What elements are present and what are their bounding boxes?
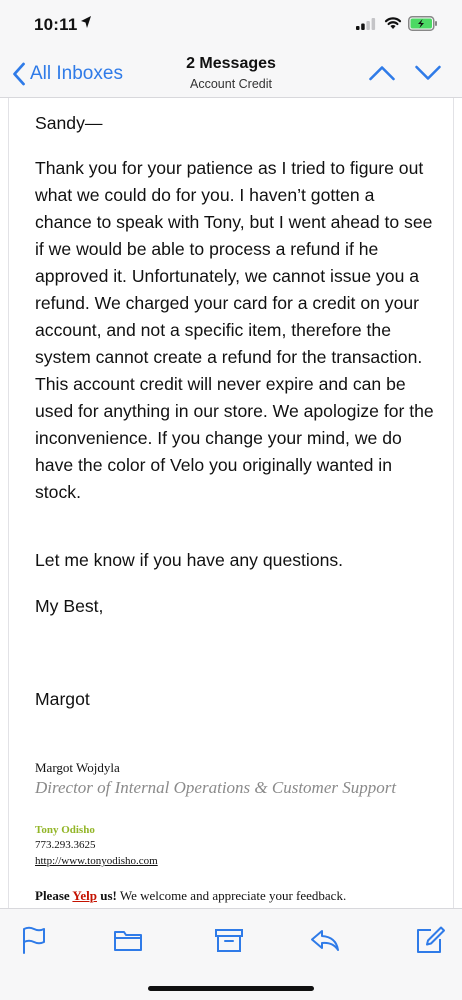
reply-icon[interactable] — [309, 925, 341, 955]
signature-company: Tony Odisho — [35, 824, 95, 836]
message-right-border — [453, 98, 454, 908]
chevron-down-icon[interactable] — [414, 64, 442, 82]
cellular-signal-icon — [356, 18, 376, 30]
email-closing: My Best, — [35, 596, 104, 616]
yelp-suffix: We welcome and appreciate your feedback. — [116, 888, 347, 903]
yelp-us: us! — [96, 888, 117, 903]
location-arrow-icon — [81, 16, 91, 28]
flag-icon[interactable] — [18, 925, 50, 955]
message-left-border — [8, 98, 9, 908]
yelp-request-line: Please Yelp us! We welcome and appreciat… — [35, 888, 346, 904]
archive-icon[interactable] — [213, 925, 245, 955]
signature-title: Director of Internal Operations & Custom… — [35, 778, 397, 797]
yelp-link[interactable]: Yelp — [72, 888, 97, 903]
signature-phone[interactable]: 773.293.3625 — [35, 839, 96, 851]
wifi-icon — [384, 17, 402, 29]
battery-charging-icon — [408, 16, 437, 31]
signature-name: Margot Wojdyla — [35, 760, 120, 775]
yelp-prefix: Please — [35, 888, 73, 903]
status-time: 10:11 — [34, 15, 78, 34]
signature-url-link[interactable]: http://www.tonyodisho.com — [35, 855, 158, 867]
home-indicator[interactable] — [148, 986, 314, 991]
folder-icon[interactable] — [112, 925, 144, 955]
bottom-toolbar — [0, 908, 462, 1000]
email-paragraph: Thank you for your patience as I tried t… — [35, 158, 434, 502]
email-greeting: Sandy— — [35, 113, 103, 133]
email-paragraph: Let me know if you have any questions. — [35, 550, 344, 570]
chevron-up-icon[interactable] — [368, 64, 396, 82]
status-bar: 10:11 — [0, 0, 462, 46]
email-signoff-name: Margot — [35, 689, 90, 709]
navigation-bar: All Inboxes 2 Messages Account Credit — [0, 46, 462, 98]
compose-icon[interactable] — [414, 925, 446, 955]
